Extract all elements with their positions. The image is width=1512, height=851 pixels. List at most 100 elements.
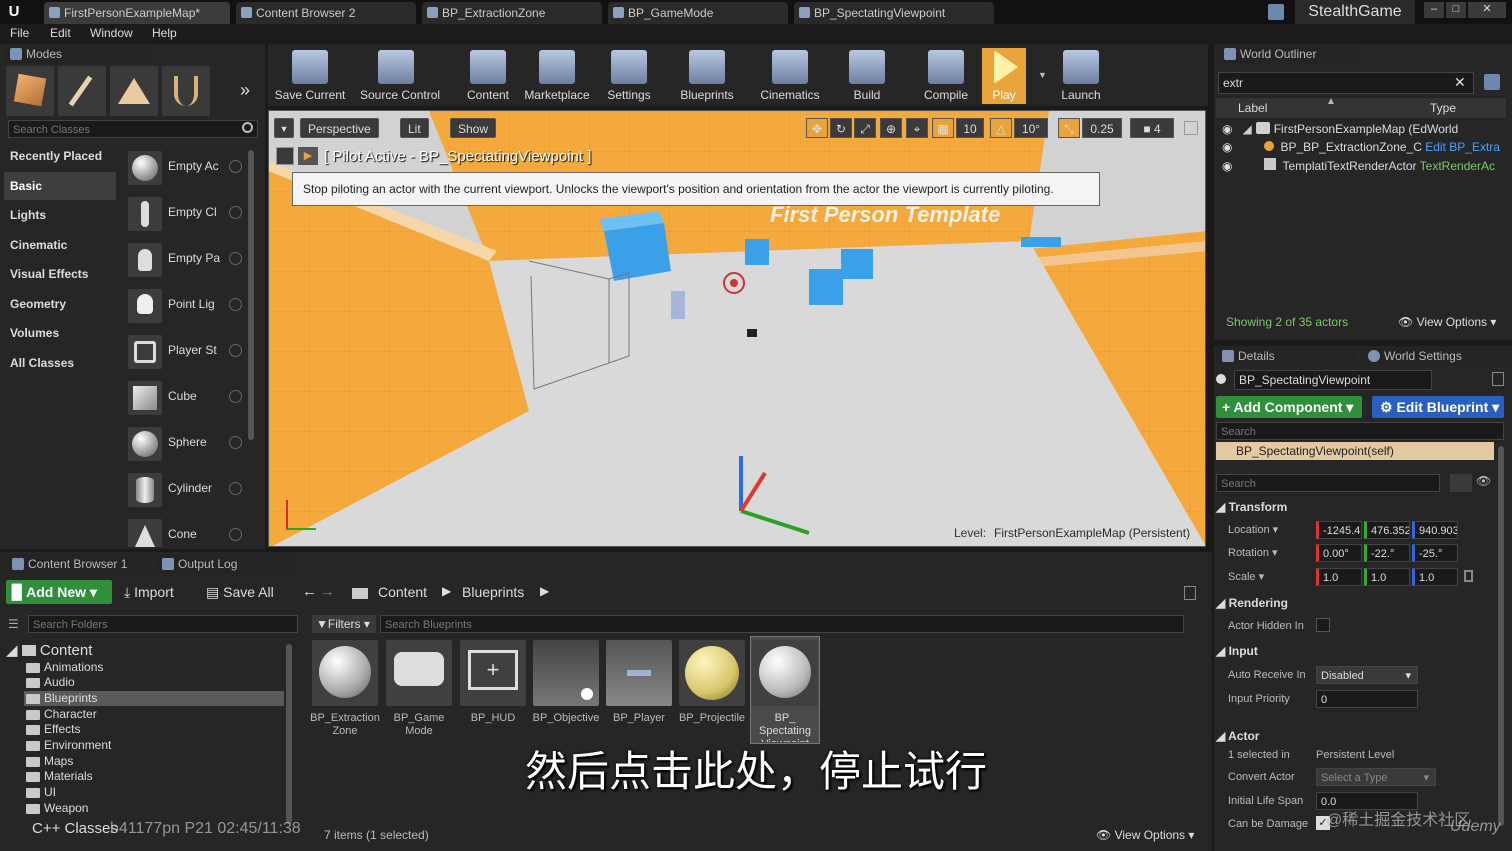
placeable-empty-pawn[interactable]: Empty Pa	[124, 237, 248, 281]
asset-bp-spectating-viewpoint[interactable]	[752, 640, 818, 706]
folder-weapon[interactable]: Weapon	[24, 801, 284, 816]
tab-world-outliner[interactable]: World Outliner	[1218, 44, 1358, 64]
paint-mode-button[interactable]	[58, 66, 106, 116]
column-type[interactable]: Type	[1430, 101, 1456, 115]
scale-y[interactable]: 1.0	[1364, 568, 1410, 586]
category-all-classes[interactable]: All Classes	[4, 349, 116, 377]
tab-content-browser-2[interactable]: Content Browser 2	[236, 2, 416, 24]
translate-tool-icon[interactable]: ✥	[806, 118, 828, 138]
minimize-button[interactable]: –	[1424, 2, 1444, 18]
rotation-label[interactable]: Rotation ▾	[1228, 546, 1278, 559]
viewport-options-button[interactable]: ▼	[274, 118, 294, 138]
place-mode-button[interactable]	[6, 66, 54, 116]
breadcrumb-blueprints[interactable]: Blueprints	[462, 584, 524, 600]
tab-world-settings[interactable]: World Settings	[1362, 346, 1506, 366]
help-icon[interactable]	[229, 206, 242, 219]
menu-file[interactable]: File	[10, 26, 29, 40]
scale-tool-icon[interactable]: ⤢	[854, 118, 876, 138]
outliner-view-options[interactable]: 👁 View Options ▾	[1398, 315, 1496, 329]
unreal-logo-icon[interactable]: U	[4, 2, 24, 22]
section-input[interactable]: ◢ Input	[1216, 644, 1258, 658]
tab-firstpersonexamplemap[interactable]: FirstPersonExampleMap*	[44, 2, 230, 24]
outliner-row[interactable]: ◉ TemplatiTextRenderActor TextRenderAc	[1222, 158, 1506, 176]
breadcrumb-content[interactable]: Content	[378, 584, 427, 600]
world-space-icon[interactable]: ⊕	[880, 118, 902, 138]
location-z[interactable]: 940.903	[1412, 521, 1458, 539]
grid-snap-value[interactable]: 10	[956, 118, 984, 138]
source-control-button[interactable]: Source Control	[360, 48, 440, 104]
folder-blueprints[interactable]: Blueprints	[24, 691, 284, 706]
blueprints-button[interactable]: Blueprints	[671, 48, 743, 104]
outliner-row[interactable]: ◉ ◢ FirstPersonExampleMap (EdWorld	[1222, 122, 1506, 140]
search-folders-input[interactable]: Search Folders	[28, 615, 298, 633]
tab-bp-spectatingviewpoint[interactable]: BP_SpectatingViewpoint	[794, 2, 994, 24]
content-button[interactable]: Content	[452, 48, 524, 104]
details-search-input[interactable]: Search	[1216, 474, 1440, 492]
rotation-y[interactable]: -22.°	[1364, 544, 1410, 562]
add-new-button[interactable]: ▉ Add New ▾	[6, 580, 112, 604]
rotate-tool-icon[interactable]: ↻	[830, 118, 852, 138]
placeable-player-start[interactable]: Player St	[124, 329, 248, 373]
close-button[interactable]: ✕	[1468, 2, 1506, 18]
compile-button[interactable]: Compile	[910, 48, 982, 104]
expand-icon[interactable]: ◢	[1242, 122, 1251, 136]
eye-icon[interactable]: ◉	[1222, 122, 1232, 136]
location-y[interactable]: 476.352	[1364, 521, 1410, 539]
section-transform[interactable]: ◢ Transform	[1216, 500, 1287, 514]
edit-blueprint-button[interactable]: ⚙ Edit Blueprint ▾	[1372, 396, 1504, 418]
import-button[interactable]: ⤓ Import	[124, 584, 174, 601]
tab-details[interactable]: Details	[1216, 346, 1356, 366]
eye-icon[interactable]: 👁	[1476, 474, 1491, 488]
asset-bp-hud[interactable]: +	[460, 640, 526, 706]
rotation-snap-icon[interactable]: △	[990, 118, 1012, 138]
grid-snap-icon[interactable]: ▦	[932, 118, 954, 138]
foliage-mode-button[interactable]	[162, 66, 210, 116]
folder-audio[interactable]: Audio	[24, 675, 284, 690]
edit-blueprint-link[interactable]: Edit BP_Extra	[1425, 140, 1500, 154]
search-blueprints-input[interactable]: Search Blueprints	[380, 615, 1184, 633]
folder-effects[interactable]: Effects	[24, 722, 284, 737]
scale-label[interactable]: Scale ▾	[1228, 570, 1264, 583]
placeable-sphere[interactable]: Sphere	[124, 421, 248, 465]
actor-hidden-checkbox[interactable]	[1316, 618, 1330, 632]
lock-icon[interactable]	[1492, 372, 1504, 386]
placeables-scrollbar[interactable]	[248, 150, 254, 440]
lock-icon[interactable]	[1184, 586, 1196, 600]
placeable-empty-character[interactable]: Empty Cl	[124, 191, 248, 235]
scale-z[interactable]: 1.0	[1412, 568, 1458, 586]
cb-view-options[interactable]: 👁 View Options ▾	[1096, 828, 1194, 842]
help-icon[interactable]	[229, 482, 242, 495]
help-icon[interactable]	[229, 160, 242, 173]
rotation-snap-value[interactable]: 10°	[1014, 118, 1048, 138]
rotation-z[interactable]: -25.°	[1412, 544, 1458, 562]
category-lights[interactable]: Lights	[4, 201, 116, 229]
search-classes-input[interactable]: Search Classes	[8, 120, 258, 138]
location-x[interactable]: -1245.4	[1316, 521, 1362, 539]
category-basic[interactable]: Basic	[4, 172, 116, 200]
cinematics-button[interactable]: Cinematics	[754, 48, 826, 104]
menu-help[interactable]: Help	[152, 26, 177, 40]
placeable-empty-actor[interactable]: Empty Ac	[124, 145, 248, 189]
maximize-viewport-icon[interactable]	[1184, 121, 1198, 135]
column-label[interactable]: Label	[1238, 101, 1267, 115]
show-button[interactable]: Show	[450, 118, 497, 138]
landscape-mode-button[interactable]	[110, 66, 158, 116]
breadcrumb-separator-icon[interactable]: ▶	[540, 584, 549, 598]
forward-arrow-icon[interactable]: →	[320, 583, 335, 600]
lit-button[interactable]: Lit	[400, 118, 429, 138]
tab-bp-extractionzone[interactable]: BP_ExtractionZone	[422, 2, 602, 24]
placeable-point-light[interactable]: Point Lig	[124, 283, 248, 327]
build-button[interactable]: Build	[831, 48, 903, 104]
stop-pilot-button[interactable]	[276, 147, 294, 165]
auto-receive-select[interactable]: Disabled ▾	[1316, 666, 1418, 684]
help-icon[interactable]	[229, 252, 242, 265]
launch-button[interactable]: Launch	[1045, 48, 1117, 104]
eye-icon[interactable]: ◉	[1222, 159, 1232, 173]
placeable-cube[interactable]: Cube	[124, 375, 248, 419]
help-icon[interactable]	[229, 436, 242, 449]
folder-animations[interactable]: Animations	[24, 660, 284, 675]
menu-window[interactable]: Window	[90, 26, 133, 40]
section-rendering[interactable]: ◢ Rendering	[1216, 596, 1288, 610]
scale-snap-icon[interactable]: ⤡	[1058, 118, 1080, 138]
clear-search-icon[interactable]: ✕	[1454, 74, 1466, 91]
